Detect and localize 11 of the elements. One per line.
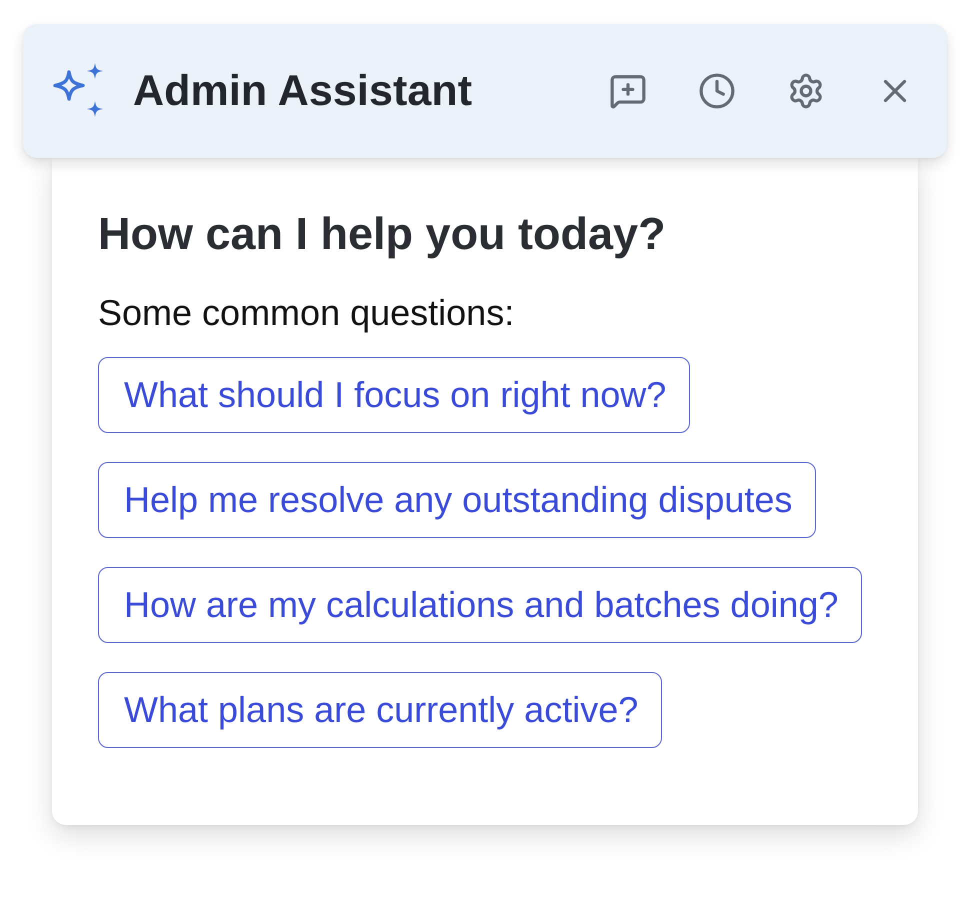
- suggestion-button[interactable]: What should I focus on right now?: [98, 357, 690, 433]
- new-chat-button[interactable]: [609, 72, 647, 110]
- window-title: Admin Assistant: [133, 66, 472, 116]
- suggestion-button[interactable]: Help me resolve any outstanding disputes: [98, 462, 816, 538]
- suggestion-button[interactable]: What plans are currently active?: [98, 672, 662, 748]
- questions-label: Some common questions:: [98, 292, 514, 333]
- history-button[interactable]: [698, 72, 736, 110]
- clock-icon: [698, 72, 736, 110]
- chat-plus-icon: [609, 72, 647, 110]
- suggestion-button[interactable]: How are my calculations and batches doing?: [98, 567, 862, 643]
- greeting-heading: How can I help you today?: [98, 208, 666, 260]
